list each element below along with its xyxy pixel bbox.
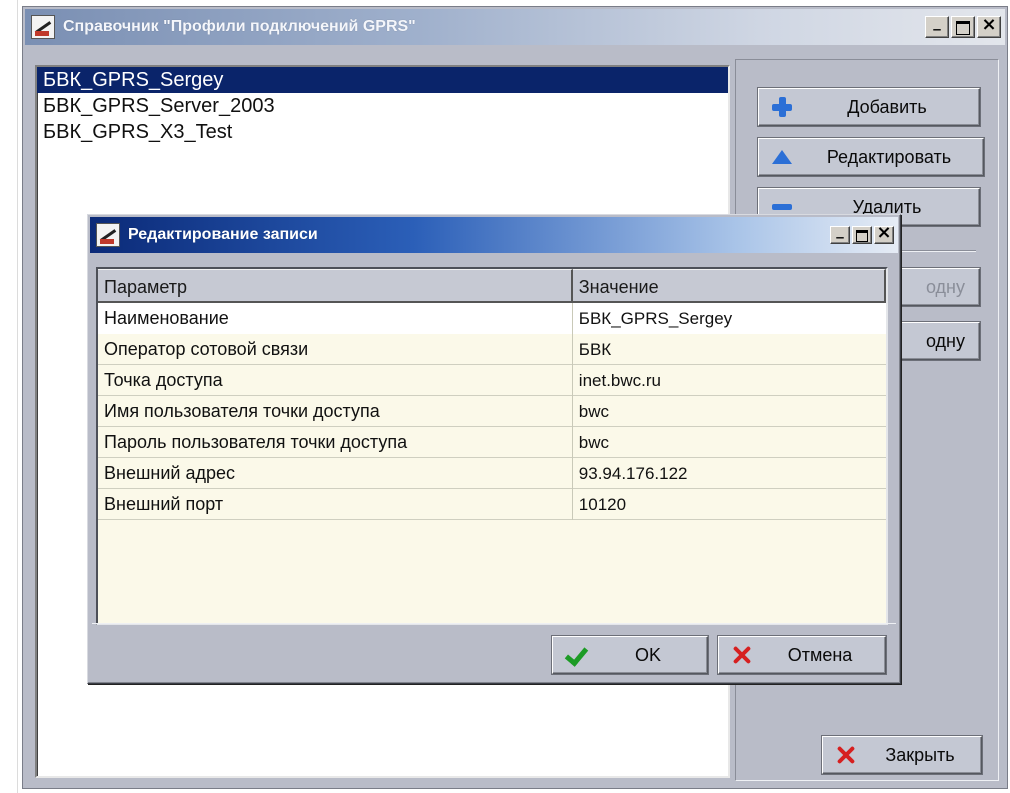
cross-icon <box>731 644 753 666</box>
table-row[interactable]: Имя пользователя точки доступа bwc <box>98 396 886 427</box>
dialog-footer: OK Отмена <box>92 623 896 679</box>
edit-record-dialog: Редактирование записи Параметр Значение … <box>87 214 901 684</box>
ok-button[interactable]: OK <box>552 636 708 674</box>
value-cell[interactable]: БВК <box>573 334 886 365</box>
close-window-button[interactable] <box>977 16 1001 38</box>
list-item[interactable]: БВК_GPRS_Server_2003 <box>37 93 728 119</box>
add-button[interactable]: Добавить <box>758 88 980 126</box>
desktop-edge <box>0 0 18 793</box>
grid-body: Наименование БВК_GPRS_Sergey Оператор сото… <box>98 303 886 520</box>
column-header-value[interactable]: Значение <box>572 269 886 303</box>
maximize-button[interactable] <box>951 16 975 38</box>
plus-icon <box>771 96 793 118</box>
param-cell: Внешний адрес <box>98 458 573 489</box>
cross-icon <box>835 744 857 766</box>
param-cell: Имя пользователя точки доступа <box>98 396 573 427</box>
value-cell[interactable]: inet.bwc.ru <box>573 365 886 396</box>
list-item[interactable]: БВК_GPRS_X3_Test <box>37 119 728 145</box>
dialog-title: Редактирование записи <box>128 226 318 243</box>
cancel-button[interactable]: Отмена <box>718 636 886 674</box>
param-cell: Пароль пользователя точки доступа <box>98 427 573 458</box>
table-row[interactable]: Пароль пользователя точки доступа bwc <box>98 427 886 458</box>
list-item[interactable]: БВК_GPRS_Sergey <box>37 67 728 93</box>
parameters-grid[interactable]: Параметр Значение Наименование БВК_GPRS_S… <box>96 267 888 625</box>
app-icon <box>96 223 120 247</box>
table-row[interactable]: Внешний адрес 93.94.176.122 <box>98 458 886 489</box>
column-header-param[interactable]: Параметр <box>98 269 573 303</box>
table-row[interactable]: Внешний порт 10120 <box>98 489 886 520</box>
value-cell[interactable]: 10120 <box>573 489 886 520</box>
param-cell: Наименование <box>98 303 573 334</box>
triangle-up-icon <box>771 146 793 168</box>
profiles-window-titlebar[interactable]: Справочник "Профили подключений GPRS" <box>25 9 1005 45</box>
close-button[interactable]: Закрыть <box>822 736 982 774</box>
maximize-button[interactable] <box>852 226 872 244</box>
table-row[interactable]: Оператор сотовой связи БВК <box>98 334 886 365</box>
value-cell[interactable]: БВК_GPRS_Sergey <box>572 303 886 334</box>
minimize-button[interactable] <box>830 226 850 244</box>
table-row[interactable]: Наименование БВК_GPRS_Sergey <box>98 303 886 334</box>
check-icon <box>565 644 587 666</box>
dialog-titlebar[interactable]: Редактирование записи <box>90 217 898 253</box>
window-title: Справочник "Профили подключений GPRS" <box>63 18 416 35</box>
app-icon <box>31 15 55 39</box>
param-cell: Внешний порт <box>98 489 573 520</box>
value-cell[interactable]: bwc <box>573 427 886 458</box>
param-cell: Точка доступа <box>98 365 573 396</box>
edit-button[interactable]: Редактировать <box>758 138 984 176</box>
value-cell[interactable]: 93.94.176.122 <box>573 458 886 489</box>
minimize-button[interactable] <box>925 16 949 38</box>
close-window-button[interactable] <box>874 226 894 244</box>
value-cell[interactable]: bwc <box>573 396 886 427</box>
param-cell: Оператор сотовой связи <box>98 334 573 365</box>
table-row[interactable]: Точка доступа inet.bwc.ru <box>98 365 886 396</box>
grid-header: Параметр Значение <box>98 269 886 303</box>
